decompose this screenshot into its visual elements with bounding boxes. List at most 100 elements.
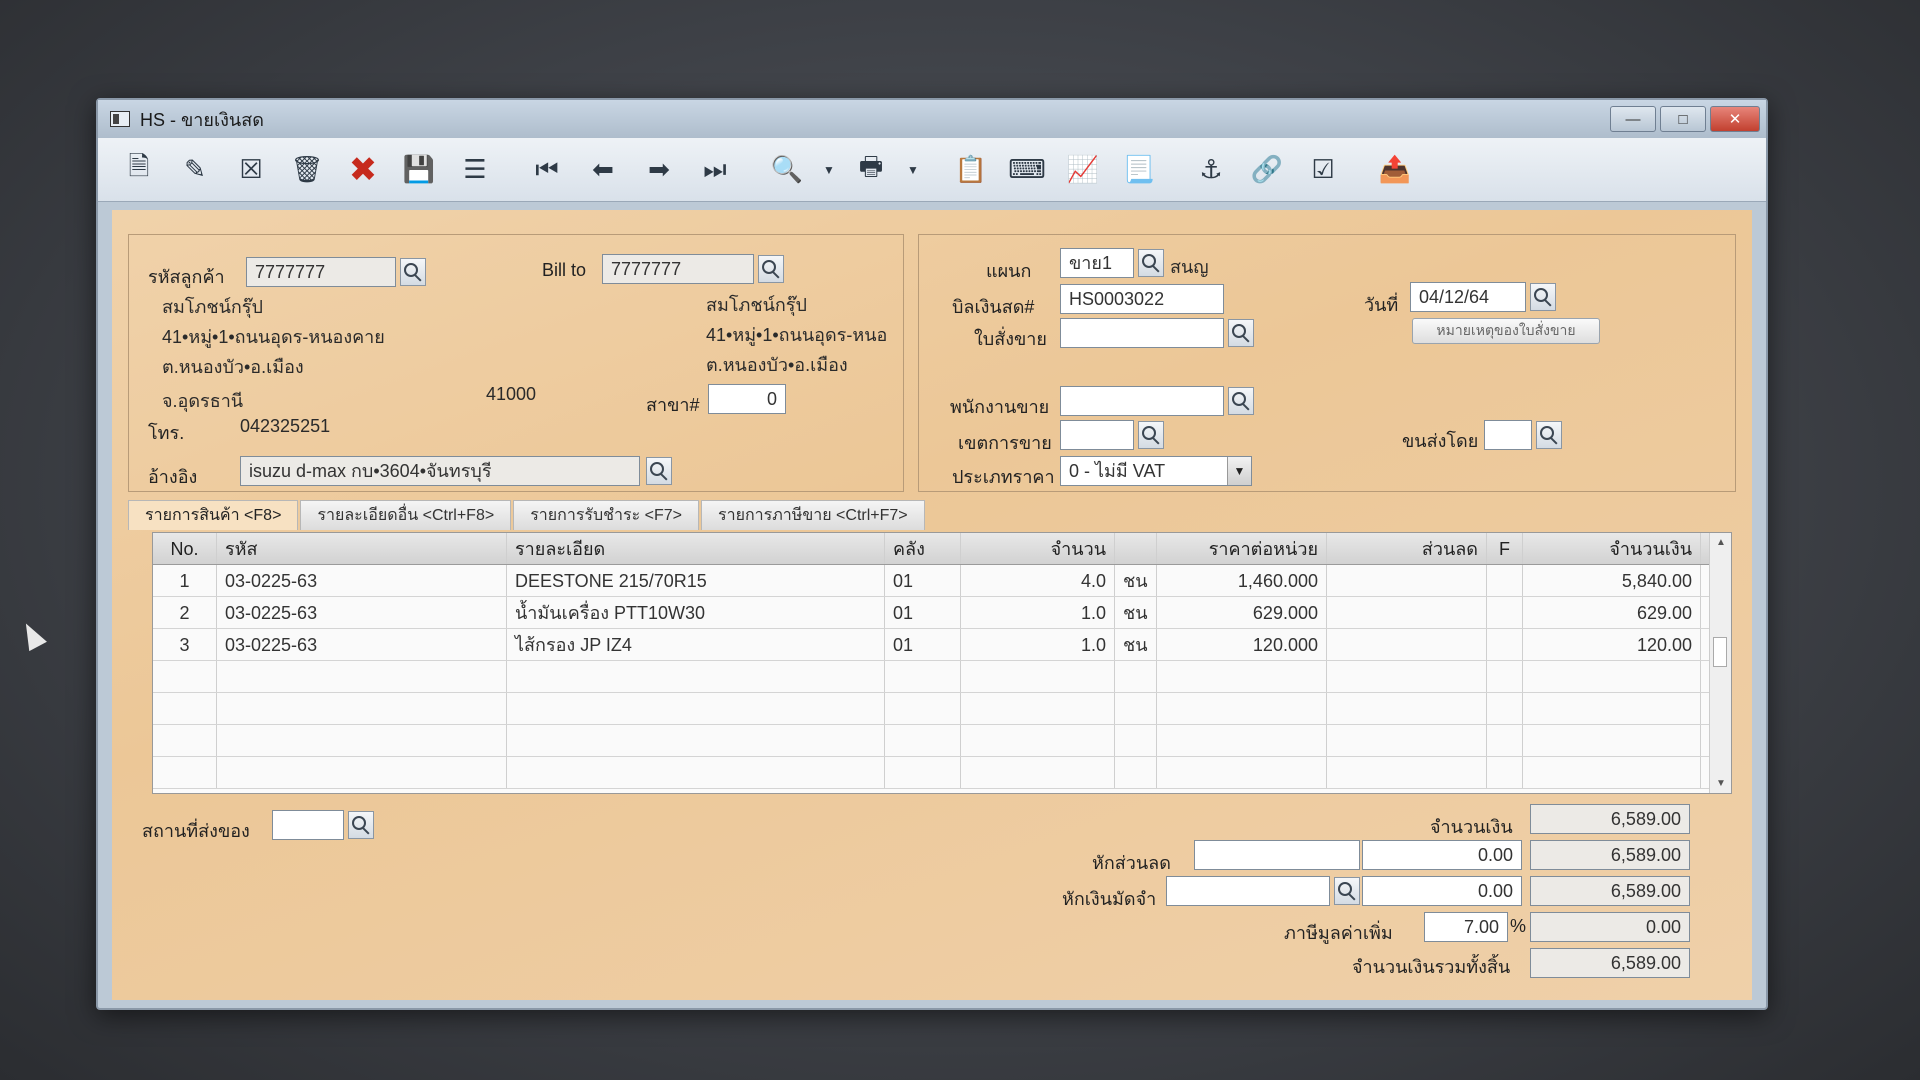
table-row[interactable]: 1 03-0225-63 DEESTONE 215/70R15 01 4.0 ช… — [153, 565, 1731, 597]
save-icon[interactable]: 💾 — [394, 145, 444, 195]
note-icon[interactable]: 📋 — [946, 145, 996, 195]
cell-no: 2 — [153, 597, 217, 628]
items-grid[interactable]: No. รหัส รายละเอียด คลัง จำนวน ราคาต่อหน… — [152, 532, 1732, 794]
sales-area-field[interactable] — [1060, 420, 1134, 450]
col-description[interactable]: รายละเอียด — [507, 533, 885, 564]
grand-total-label: จำนวนเงินรวมทั้งสิ้น — [1352, 957, 1511, 977]
customer-code-field[interactable]: 7777777 — [246, 257, 396, 287]
dept-name: สนญ — [1170, 257, 1209, 277]
so-icon[interactable]: 📈 — [1058, 145, 1108, 195]
empty-row[interactable] — [153, 693, 1731, 725]
cancel-icon[interactable]: ✖ — [338, 145, 388, 195]
chevron-down-icon[interactable]: ▼ — [1227, 457, 1251, 485]
cell-f — [1487, 629, 1523, 660]
empty-row[interactable] — [153, 725, 1731, 757]
branch-field[interactable]: 0 — [708, 384, 786, 414]
keyboard-icon[interactable]: ⌨ — [1002, 145, 1052, 195]
col-discount[interactable]: ส่วนลด — [1327, 533, 1487, 564]
table-row[interactable]: 3 03-0225-63 ไส้กรอง JP IZ4 01 1.0 ชน 12… — [153, 629, 1731, 661]
cell-no: 3 — [153, 629, 217, 660]
col-quantity[interactable]: จำนวน — [961, 533, 1115, 564]
discount-value[interactable]: 0.00 — [1362, 840, 1522, 870]
col-code[interactable]: รหัส — [217, 533, 507, 564]
sales-area-search-icon[interactable] — [1138, 421, 1164, 449]
ship-place-field[interactable] — [272, 810, 344, 840]
scroll-down-icon[interactable]: ▼ — [1716, 778, 1726, 789]
void-icon[interactable]: ☒ — [226, 145, 276, 195]
find-icon[interactable]: 🔍 — [762, 145, 812, 195]
customer-address-2: ต.หนองบัว•อ.เมือง — [162, 357, 304, 377]
approve-icon[interactable]: ⚓ — [1186, 145, 1236, 195]
col-unit-price[interactable]: ราคาต่อหน่วย — [1157, 533, 1327, 564]
customer-search-icon[interactable] — [400, 258, 426, 286]
col-unit[interactable] — [1115, 533, 1157, 564]
discount-input[interactable] — [1194, 840, 1360, 870]
col-f[interactable]: F — [1487, 533, 1523, 564]
bill-to-field[interactable]: 7777777 — [602, 254, 754, 284]
deposit-label: หักเงินมัดจำ — [1062, 889, 1157, 909]
sales-window: HS - ขายเงินสด — □ ✕ 🗎 ✎ ☒ 🗑 ✖ 💾 ☰ ⏮ ⬅ ➡… — [96, 98, 1768, 1010]
tab-other-details[interactable]: รายละเอียดอื่น <Ctrl+F8> — [300, 500, 512, 530]
close-button[interactable]: ✕ — [1710, 106, 1760, 132]
salesperson-field[interactable] — [1060, 386, 1224, 416]
ship-place-search-icon[interactable] — [348, 811, 374, 839]
salesperson-search-icon[interactable] — [1228, 387, 1254, 415]
find-dropdown-icon[interactable]: ▼ — [818, 145, 840, 195]
stack-icon[interactable]: ☰ — [450, 145, 500, 195]
prev-record-icon[interactable]: ⬅ — [578, 145, 628, 195]
col-amount[interactable]: จำนวนเงิน — [1523, 533, 1701, 564]
scroll-up-icon[interactable]: ▲ — [1716, 537, 1726, 548]
last-record-icon[interactable]: ⏭ — [690, 145, 740, 195]
customer-tel: 042325251 — [240, 416, 331, 436]
cell-amount: 629.00 — [1523, 597, 1701, 628]
cell-discount — [1327, 597, 1487, 628]
deposit-value[interactable]: 0.00 — [1362, 876, 1522, 906]
deposit-search-icon[interactable] — [1334, 877, 1360, 905]
bill-to-search-icon[interactable] — [758, 255, 784, 283]
grid-scrollbar[interactable]: ▲ ▼ — [1709, 533, 1731, 793]
so-note-button[interactable]: หมายเหตุของใบสั่งขาย — [1412, 318, 1600, 344]
scroll-thumb[interactable] — [1713, 637, 1727, 667]
ship-by-field[interactable] — [1484, 420, 1532, 450]
ship-by-search-icon[interactable] — [1536, 421, 1562, 449]
dept-field[interactable]: ขาย1 — [1060, 248, 1134, 278]
cell-warehouse: 01 — [885, 597, 961, 628]
maximize-button[interactable]: □ — [1660, 106, 1706, 132]
sales-order-search-icon[interactable] — [1228, 319, 1254, 347]
empty-row[interactable] — [153, 757, 1731, 789]
link-icon[interactable]: 🔗 — [1242, 145, 1292, 195]
date-field[interactable]: 04/12/64 — [1410, 282, 1526, 312]
print-dropdown-icon[interactable]: ▼ — [902, 145, 924, 195]
export-icon[interactable]: 📤 — [1370, 145, 1420, 195]
ship-by-label: ขนส่งโดย — [1402, 431, 1479, 451]
ok-doc-icon[interactable]: ☑ — [1298, 145, 1348, 195]
tab-payments[interactable]: รายการรับชำระ <F7> — [513, 500, 700, 530]
bill-no-field[interactable]: HS0003022 — [1060, 284, 1224, 314]
vat-rate-field[interactable]: 7.00 — [1424, 912, 1508, 942]
cell-description: น้ำมันเครื่อง PTT10W30 — [507, 597, 885, 628]
empty-row[interactable] — [153, 661, 1731, 693]
form-body: รหัสลูกค้า 7777777 สมโภชน์กรุ๊ป 41•หมู่•… — [112, 210, 1752, 1000]
price-type-select[interactable]: 0 - ไม่มี VAT ▼ — [1060, 456, 1252, 486]
print-icon[interactable]: 🖶 — [846, 145, 896, 195]
after-discount-field: 6,589.00 — [1530, 840, 1690, 870]
minimize-button[interactable]: — — [1610, 106, 1656, 132]
cell-unit: ชน — [1115, 629, 1157, 660]
tab-sales-tax[interactable]: รายการภาษีขาย <Ctrl+F7> — [701, 500, 925, 530]
reference-search-icon[interactable] — [646, 457, 672, 485]
first-record-icon[interactable]: ⏮ — [522, 145, 572, 195]
deposit-input[interactable] — [1166, 876, 1330, 906]
edit-icon[interactable]: ✎ — [170, 145, 220, 195]
date-picker-icon[interactable] — [1530, 283, 1556, 311]
sales-order-field[interactable] — [1060, 318, 1224, 348]
report-icon[interactable]: 📃 — [1114, 145, 1164, 195]
next-record-icon[interactable]: ➡ — [634, 145, 684, 195]
reference-field[interactable]: isuzu d-max กบ•3604•จันทรบุรี — [240, 456, 640, 486]
trash-icon[interactable]: 🗑 — [282, 145, 332, 195]
table-row[interactable]: 2 03-0225-63 น้ำมันเครื่อง PTT10W30 01 1… — [153, 597, 1731, 629]
dept-search-icon[interactable] — [1138, 249, 1164, 277]
tab-items[interactable]: รายการสินค้า <F8> — [128, 500, 299, 530]
new-doc-icon[interactable]: 🗎 — [114, 145, 164, 195]
col-warehouse[interactable]: คลัง — [885, 533, 961, 564]
col-no[interactable]: No. — [153, 533, 217, 564]
